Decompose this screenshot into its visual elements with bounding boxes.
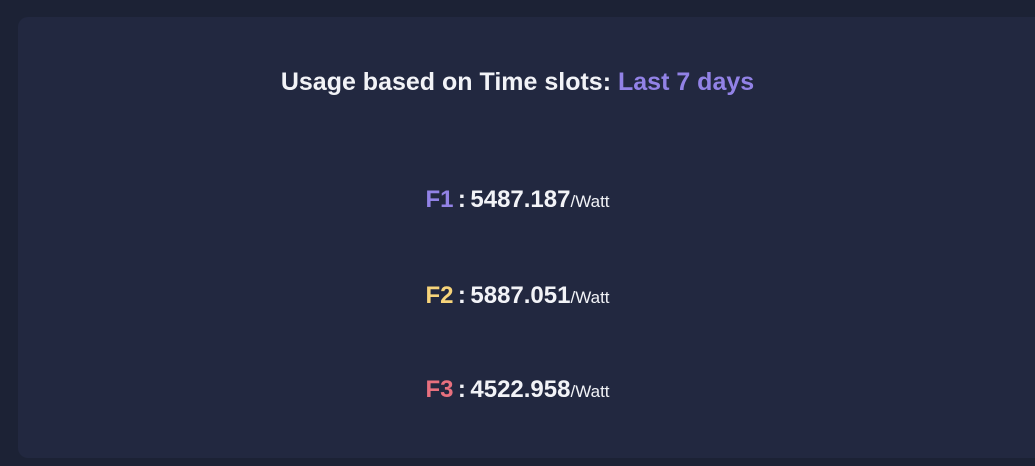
slot-separator: : [457,376,466,403]
slot-row-f1: F1 : 5487.187/Watt [0,186,1035,214]
slot-separator: : [457,186,466,213]
slot-value: 5887.051 [470,282,571,309]
slot-unit: /Watt [570,288,610,307]
title-prefix: Usage based on Time slots: [280,68,612,96]
slot-unit: /Watt [570,192,610,211]
slot-row-f3: F3 : 4522.958/Watt [0,376,1035,404]
slot-value: 5487.187 [470,186,571,213]
slot-value: 4522.958 [470,376,571,403]
usage-title: Usage based on Time slots: Last 7 days [0,68,1035,97]
title-range: Last 7 days [617,68,755,96]
slot-separator: : [457,282,466,309]
slot-label: F3 [425,376,454,403]
slot-label: F2 [425,282,454,309]
slot-row-f2: F2 : 5887.051/Watt [0,282,1035,310]
slot-unit: /Watt [570,382,610,401]
slot-label: F1 [425,186,454,213]
